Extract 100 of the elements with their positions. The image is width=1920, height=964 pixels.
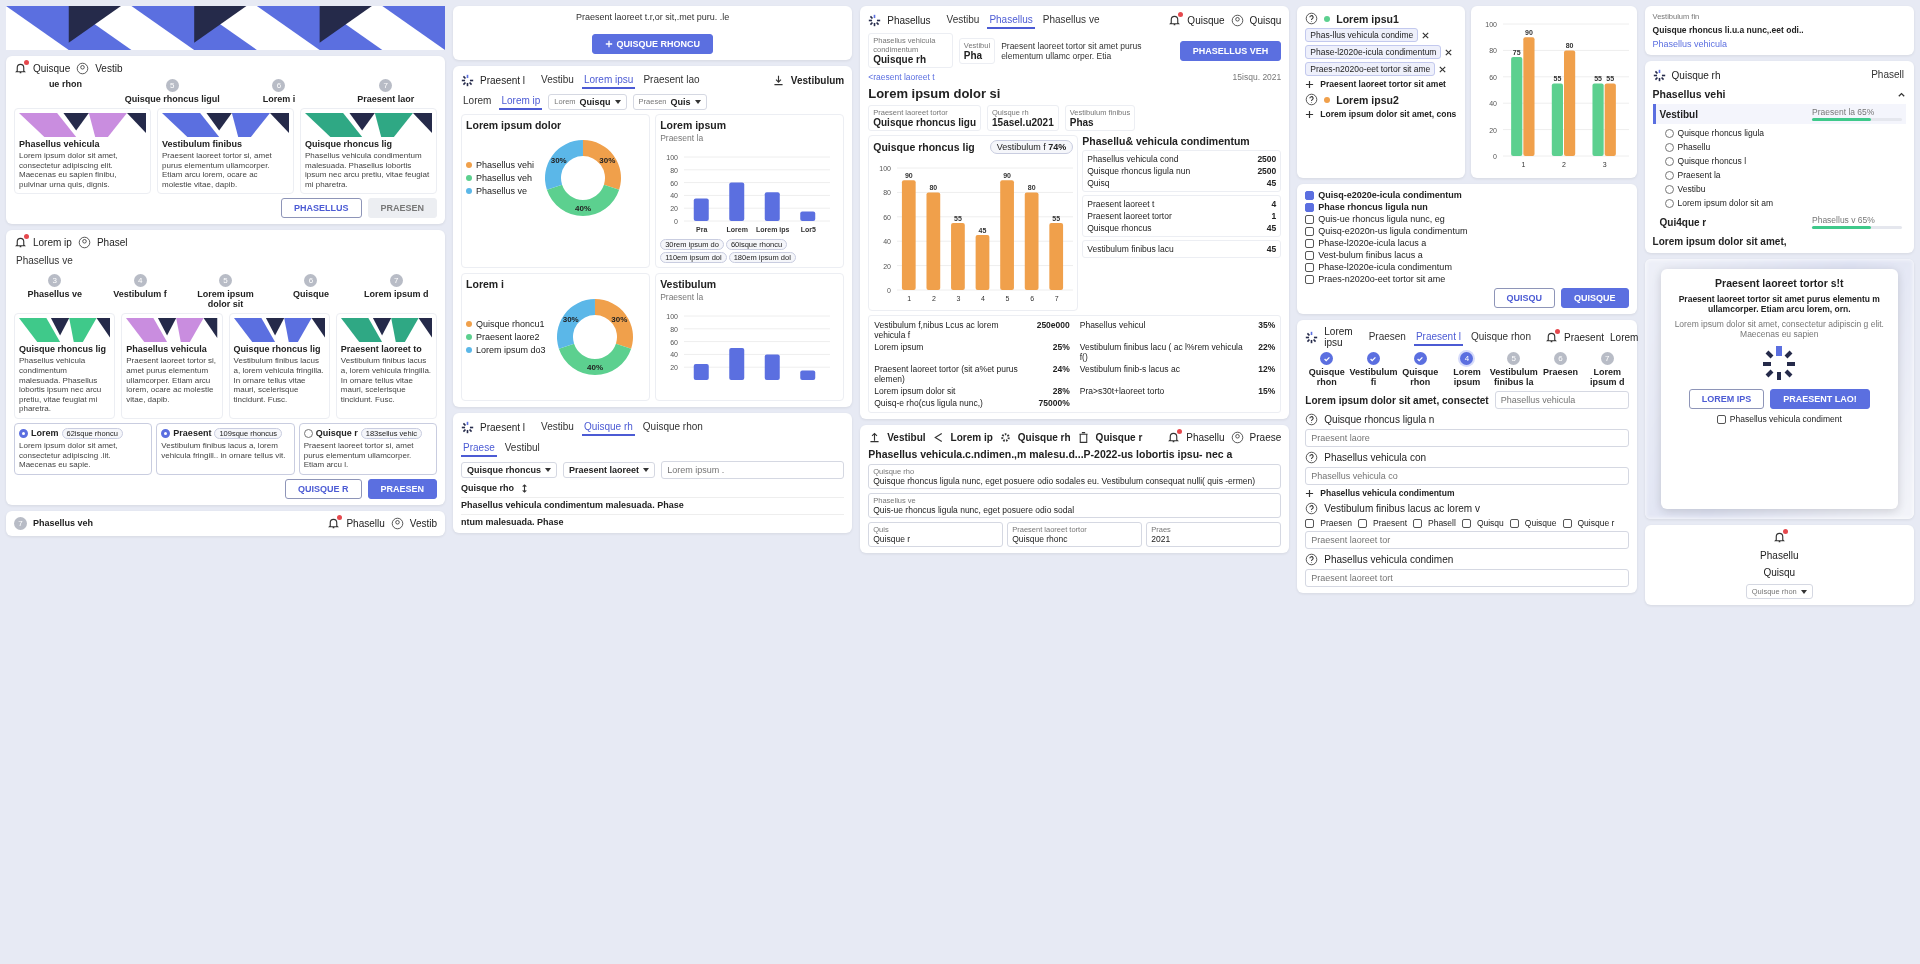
- text-field[interactable]: Praesent laore: [1305, 429, 1629, 447]
- close-icon[interactable]: [1438, 64, 1448, 74]
- tab[interactable]: Vestibul: [502, 440, 542, 457]
- plus-icon[interactable]: [1305, 488, 1315, 498]
- checkbox[interactable]: [1509, 518, 1519, 528]
- option-card[interactable]: Vestibulum finibus Praesent laoreet tortor si, amet purus elementum ullamcorper. Etiam arcu lorem, ocare ac molestie vitae, dapib.: [157, 108, 295, 195]
- sidebar-subitem[interactable]: Phasellu: [1677, 142, 1711, 152]
- user-menu[interactable]: Phasel: [96, 237, 128, 249]
- breadcrumb-link[interactable]: <raesent laoreet t: [868, 72, 935, 82]
- tab[interactable]: Quisque rhon: [1468, 328, 1533, 346]
- user-menu[interactable]: Praese: [1249, 432, 1282, 443]
- option-card[interactable]: Quisque rhoncus lig Vestibulum finibus lacus a, lorem vehicula fringilla. In ornare tellus vitae mauri, scelerisque tincidunt. Fusc.: [228, 313, 330, 419]
- tab[interactable]: Lorem ipsu: [581, 72, 636, 89]
- tab[interactable]: Praesent lao: [641, 72, 702, 89]
- download-icon[interactable]: [771, 74, 785, 87]
- toolbar-button[interactable]: Quisque r: [1095, 432, 1143, 443]
- menu-dropdown[interactable]: Quisque: [33, 63, 71, 74]
- menu-dropdown[interactable]: Quisque: [1187, 15, 1225, 26]
- option-card[interactable]: Quisque rhoncus lig Phasellus vehicula condimentum malesuada. Phasellus lobortis ipsum nec arcu pretiu, vitae feugiat mi pharetra.: [300, 108, 438, 195]
- bell-icon[interactable]: [14, 236, 27, 250]
- option-card[interactable]: Phasellus vehicula Lorem ipsum dolor sit amet, consectetur adipiscing elit. Maecenas eu sapien finibu, pulvinar urna quis, dignis.: [14, 108, 151, 195]
- tab[interactable]: Quisque rh: [581, 419, 635, 436]
- option-card[interactable]: Quisque rhoncus lig Phasellus vehicula condimentum malesuada. Phasellus lobortis ipsum nec arcu pretiu, vitae feugiat mi pharetra.: [14, 313, 116, 419]
- toolbar-button[interactable]: Lorem ip: [950, 432, 993, 443]
- column-header[interactable]: Quisque rho: [461, 483, 515, 493]
- help-icon[interactable]: [1305, 451, 1319, 464]
- option-card[interactable]: Phasellus vehicula Praesent laoreet tortor si, amet purus elementum ullamcorper. Etiam arcu lorem, ocare ac molestie vitae, dapib.: [121, 313, 223, 419]
- tab[interactable]: Phasellus: [987, 12, 1035, 29]
- sidebar-subitem[interactable]: Vestibu: [1677, 184, 1706, 194]
- checkbox[interactable]: [1305, 518, 1315, 528]
- radio-button[interactable]: [161, 428, 171, 438]
- checkbox[interactable]: [1716, 414, 1726, 424]
- tab[interactable]: Praesen: [1366, 328, 1408, 346]
- action-button[interactable]: QUISQUE R: [285, 478, 362, 499]
- tab[interactable]: Phasell: [1869, 67, 1906, 84]
- settings-icon[interactable]: [998, 431, 1012, 444]
- sort-icon[interactable]: [520, 483, 530, 493]
- tab[interactable]: Phasellus ve: [14, 253, 75, 271]
- checkbox[interactable]: [1562, 518, 1572, 528]
- tab[interactable]: Phasellus ve: [1040, 12, 1102, 29]
- tab[interactable]: Quisque rhon: [640, 419, 705, 436]
- menu-dropdown[interactable]: Praesent: [1564, 331, 1604, 343]
- user-menu[interactable]: Quisqu: [1249, 15, 1282, 26]
- tab[interactable]: Lorem ip: [499, 93, 543, 110]
- checkbox[interactable]: [1305, 238, 1315, 248]
- user-menu[interactable]: Vestib: [95, 63, 123, 74]
- radio-button[interactable]: [19, 428, 28, 438]
- checkbox[interactable]: [1461, 518, 1471, 528]
- search-field[interactable]: Lorem ipsum .: [661, 461, 845, 479]
- tag-chip[interactable]: Phas-llus vehicula condime: [1305, 28, 1419, 42]
- tab[interactable]: Praese: [461, 440, 497, 457]
- help-icon[interactable]: [1305, 93, 1319, 106]
- link[interactable]: Phasellus vehicula: [1652, 39, 1906, 49]
- text-field[interactable]: Praesent laoreet tort: [1305, 569, 1629, 587]
- user-menu[interactable]: Quisqu: [1763, 567, 1796, 578]
- checkbox[interactable]: [1305, 226, 1315, 236]
- tab[interactable]: Praesent l: [1413, 328, 1463, 346]
- menu-dropdown[interactable]: Phasellu: [346, 517, 385, 529]
- close-icon[interactable]: [1444, 47, 1454, 57]
- checkbox[interactable]: [1305, 190, 1315, 200]
- tab[interactable]: Vestibu: [539, 72, 576, 89]
- add-link[interactable]: Praesent laoreet tortor sit amet: [1320, 79, 1446, 89]
- tag-chip[interactable]: Praes-n2020o-eet tortor sit ame: [1305, 62, 1436, 76]
- bell-icon[interactable]: [1167, 431, 1181, 444]
- tab[interactable]: Vestibu: [539, 419, 576, 436]
- menu-dropdown[interactable]: Phasellu: [1186, 432, 1225, 443]
- user-menu[interactable]: Vestib: [409, 517, 438, 529]
- plus-icon[interactable]: [1305, 79, 1315, 89]
- toolbar-button[interactable]: Quisque rh: [1017, 432, 1071, 443]
- share-icon[interactable]: [931, 431, 945, 444]
- text-field[interactable]: Phasellus vehicula: [1494, 391, 1629, 409]
- bell-icon[interactable]: [1545, 330, 1558, 344]
- bell-icon[interactable]: [327, 516, 341, 530]
- toolbar-button[interactable]: Vestibul: [887, 432, 926, 443]
- action-button[interactable]: LOREM IPS: [1688, 389, 1765, 409]
- action-button[interactable]: PHASELLUS: [281, 198, 362, 219]
- tab[interactable]: Lorem: [461, 93, 494, 110]
- bell-icon[interactable]: [1168, 14, 1182, 27]
- action-button[interactable]: PHASELLUS VEH: [1179, 40, 1282, 61]
- checkbox[interactable]: [1305, 202, 1315, 212]
- close-icon[interactable]: [1421, 30, 1431, 40]
- upload-icon[interactable]: [868, 431, 882, 444]
- sidebar-subitem[interactable]: Lorem ipsum dolor sit am: [1677, 198, 1773, 208]
- help-icon[interactable]: [1305, 553, 1319, 566]
- sidebar-subitem[interactable]: Praesent la: [1677, 170, 1721, 180]
- option-card[interactable]: Praesent laoreet to Vestibulum finibus lacus a, lorem vehicula fringilla. In ornare tellus vitae mauri, scelerisque tincidunt. Fusc.: [335, 313, 438, 419]
- add-link[interactable]: Lorem ipsum dolor sit amet, cons: [1320, 109, 1457, 119]
- sidebar-subitem[interactable]: Quisque rhoncus l: [1677, 156, 1747, 166]
- plus-icon[interactable]: [1305, 109, 1315, 119]
- help-icon[interactable]: [1305, 502, 1319, 515]
- text-field[interactable]: Phasellus vehicula co: [1305, 467, 1629, 485]
- checkbox[interactable]: [1357, 518, 1367, 528]
- help-icon[interactable]: [1305, 413, 1319, 426]
- action-button[interactable]: PRAESEN: [367, 478, 438, 499]
- action-button[interactable]: QUISQUE: [1561, 288, 1629, 308]
- action-button[interactable]: PRAESENT LAO!: [1770, 389, 1870, 409]
- sidebar-subitem[interactable]: Quisque rhoncus ligula: [1677, 128, 1765, 138]
- menu-dropdown[interactable]: Lorem ip: [33, 237, 72, 249]
- select-field[interactable]: Quisque rhoncus: [461, 462, 558, 478]
- menu-dropdown[interactable]: Phasellu: [1760, 550, 1799, 561]
